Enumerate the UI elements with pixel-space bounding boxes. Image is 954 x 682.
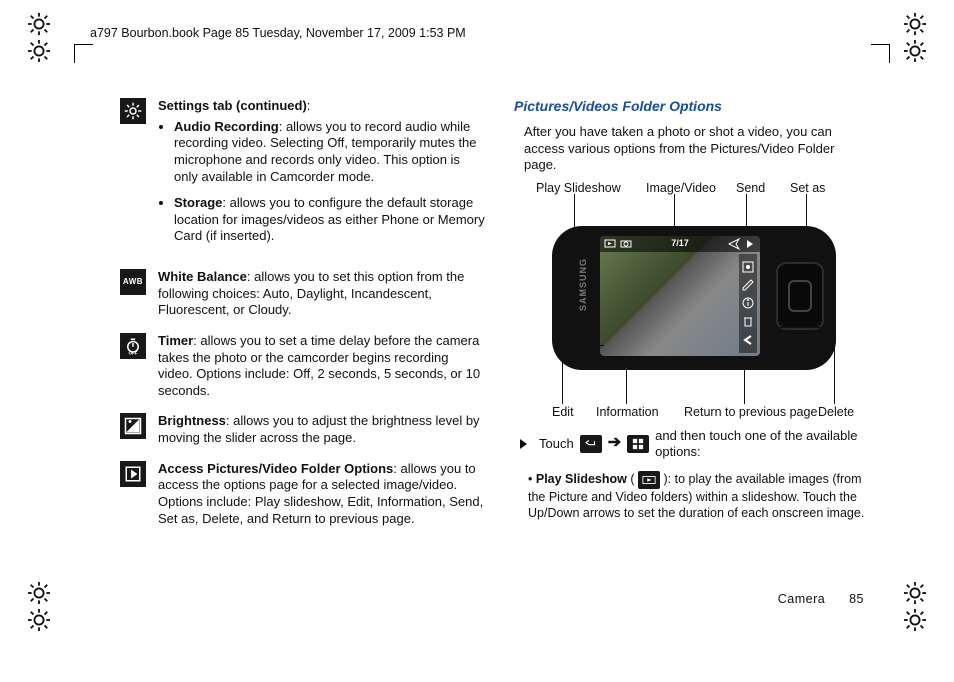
crop-mark <box>74 44 93 63</box>
arrow-join-icon: ➔ <box>608 433 621 453</box>
slideshow-mini-icon <box>604 238 616 250</box>
footer-page: 85 <box>849 592 864 606</box>
nav-pad <box>776 262 824 330</box>
image-counter: 7/17 <box>671 238 689 250</box>
label-info: Information <box>596 404 659 420</box>
settings-heading: Settings tab (continued) <box>158 98 307 113</box>
label-set-as: Set as <box>790 180 825 196</box>
camera-mini-icon <box>620 238 632 250</box>
info-mini-icon <box>741 296 755 310</box>
footer-section: Camera <box>778 592 825 606</box>
wb-title: White Balance <box>158 269 247 284</box>
folder-title: Access Pictures/Video Folder Options <box>158 461 393 476</box>
label-play-slideshow: Play Slideshow <box>536 180 621 196</box>
more-mini-icon <box>744 238 756 250</box>
crop-gear-icon <box>904 577 926 636</box>
right-column: Pictures/Videos Folder Options After you… <box>514 98 874 642</box>
storage-title: Storage <box>174 195 222 210</box>
brightness-icon <box>120 413 146 439</box>
label-edit: Edit <box>552 404 574 420</box>
setas-mini-icon <box>741 260 755 274</box>
step-bullet-icon <box>520 439 527 449</box>
white-balance-icon: AWB <box>120 269 146 295</box>
left-column: Settings tab (continued): Audio Recordin… <box>120 98 486 642</box>
audio-recording-item: Audio Recording: allows you to record au… <box>174 119 486 186</box>
bright-title: Brightness <box>158 413 226 428</box>
play-title: Play Slideshow <box>536 472 627 486</box>
crop-gear-icon <box>28 8 50 67</box>
crop-mark <box>871 44 890 63</box>
section-intro: After you have taken a photo or shot a v… <box>524 124 870 174</box>
edit-mini-icon <box>741 278 755 292</box>
slideshow-icon <box>638 471 660 489</box>
label-send: Send <box>736 180 765 196</box>
send-mini-icon <box>728 238 740 250</box>
audio-title: Audio Recording <box>174 119 279 134</box>
page-header-meta: a797 Bourbon.book Page 85 Tuesday, Novem… <box>90 26 466 40</box>
back-arrow-icon <box>580 435 602 453</box>
svg-text:OFF: OFF <box>129 350 138 355</box>
settings-gear-icon <box>120 98 146 124</box>
page-footer: Camera 85 <box>778 592 864 606</box>
timer-title: Timer <box>158 333 193 348</box>
crop-gear-icon <box>904 8 926 67</box>
brand-samsung: SAMSUNG <box>578 258 590 311</box>
back-mini-icon <box>741 333 755 347</box>
crop-gear-icon <box>28 577 50 636</box>
storage-item: Storage: allows you to configure the def… <box>174 195 486 245</box>
delete-mini-icon <box>741 314 755 328</box>
timer-body: : allows you to set a time delay before … <box>158 333 480 398</box>
touch-pre: Touch <box>539 436 574 453</box>
label-delete: Delete <box>818 404 854 420</box>
label-return: Return to previous page <box>684 404 817 420</box>
phone-screen: 7/17 <box>600 236 760 356</box>
grid-icon <box>627 435 649 453</box>
folder-options-icon <box>120 461 146 487</box>
timer-icon: OFF <box>120 333 146 359</box>
phone-figure: Play Slideshow Image/Video Send Set as S… <box>534 180 854 420</box>
touch-post: and then touch one of the available opti… <box>655 428 874 461</box>
section-title: Pictures/Videos Folder Options <box>514 98 874 116</box>
label-image-video: Image/Video <box>646 180 716 196</box>
